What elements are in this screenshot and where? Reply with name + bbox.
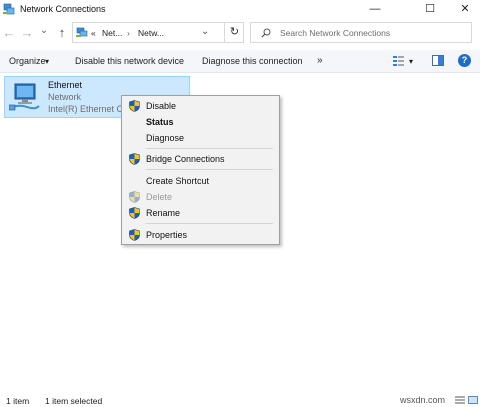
menu-separator — [146, 148, 273, 149]
menu-label-disable: Disable — [146, 101, 177, 111]
menu-label-diagnose: Diagnose — [146, 133, 185, 143]
organize-dropdown-icon[interactable]: ▾ — [45, 57, 49, 66]
breadcrumb-network-connections[interactable]: Netw... — [138, 28, 164, 38]
forward-arrow-icon[interactable]: → — [20, 25, 34, 40]
shield-icon — [129, 207, 140, 219]
shield-icon — [129, 191, 140, 203]
status-selection: 1 item selected — [45, 396, 103, 406]
menu-label-properties: Properties — [146, 230, 188, 240]
menu-separator — [146, 223, 273, 224]
diagnose-connection-button[interactable]: Diagnose this connection — [202, 56, 303, 66]
status-item-count: 1 item — [6, 396, 30, 406]
search-box[interactable]: Search Network Connections — [250, 22, 472, 43]
shield-icon — [129, 229, 140, 241]
menu-item-diagnose[interactable]: Diagnose — [122, 130, 279, 146]
breadcrumb-overflow[interactable]: « — [91, 28, 96, 38]
minimize-button[interactable]: — — [360, 0, 390, 20]
organize-menu[interactable]: Organize — [9, 56, 46, 66]
help-icon[interactable]: ? — [458, 54, 471, 67]
context-menu: Disable Status Diagnose Bridge Connectio… — [121, 95, 280, 245]
menu-label-create-shortcut: Create Shortcut — [146, 176, 210, 186]
address-bar[interactable]: « Net... › Netw... ⌄ — [72, 22, 244, 43]
menu-item-rename[interactable]: Rename — [122, 205, 279, 221]
view-options-dropdown-icon[interactable]: ▾ — [409, 57, 413, 66]
adapter-name: Intel(R) Ethernet Co — [48, 104, 129, 114]
change-view-icon[interactable] — [392, 54, 405, 67]
menu-item-disable[interactable]: Disable — [122, 98, 279, 114]
chevron-right-icon[interactable]: › — [127, 28, 130, 38]
back-arrow-icon[interactable]: ← — [2, 25, 16, 40]
network-connections-icon — [3, 3, 15, 15]
more-commands-icon[interactable]: » — [317, 55, 323, 66]
ethernet-adapter-icon — [9, 83, 40, 111]
shield-icon — [129, 100, 140, 112]
menu-item-properties[interactable]: Properties — [122, 227, 279, 243]
close-button[interactable]: ✕ — [450, 0, 480, 20]
address-dropdown-icon[interactable]: ⌄ — [201, 26, 209, 37]
preview-pane-icon[interactable] — [432, 55, 444, 66]
menu-label-delete: Delete — [146, 192, 173, 202]
up-arrow-icon[interactable]: ↑ — [55, 25, 69, 40]
menu-item-bridge-connections[interactable]: Bridge Connections — [122, 151, 279, 167]
refresh-button[interactable]: ↻ — [224, 22, 244, 43]
title-bar: Network Connections — ☐ ✕ — [0, 0, 480, 20]
menu-item-delete: Delete — [122, 189, 279, 205]
connection-type: Network — [48, 92, 82, 102]
recent-locations-dropdown[interactable]: ⌄ — [37, 25, 51, 36]
menu-label-rename: Rename — [146, 208, 181, 218]
menu-label-bridge-connections: Bridge Connections — [146, 154, 225, 164]
maximize-button[interactable]: ☐ — [415, 0, 445, 20]
menu-label-status: Status — [146, 117, 174, 127]
large-icons-view-icon[interactable] — [468, 396, 478, 404]
menu-separator — [146, 169, 273, 170]
menu-item-create-shortcut[interactable]: Create Shortcut — [122, 173, 279, 189]
disable-network-device-button[interactable]: Disable this network device — [75, 56, 184, 66]
search-icon — [261, 28, 271, 38]
network-connections-icon — [76, 27, 88, 37]
shield-icon — [129, 153, 140, 165]
command-bar: Organize ▾ Disable this network device D… — [0, 50, 480, 73]
connection-name: Ethernet — [48, 80, 83, 90]
details-view-icon[interactable] — [455, 396, 465, 404]
breadcrumb-network[interactable]: Net... — [102, 28, 122, 38]
menu-item-status[interactable]: Status — [122, 114, 279, 130]
watermark: wsxdn.com — [400, 395, 446, 405]
window-title: Network Connections — [20, 4, 106, 14]
search-placeholder: Search Network Connections — [280, 28, 391, 38]
